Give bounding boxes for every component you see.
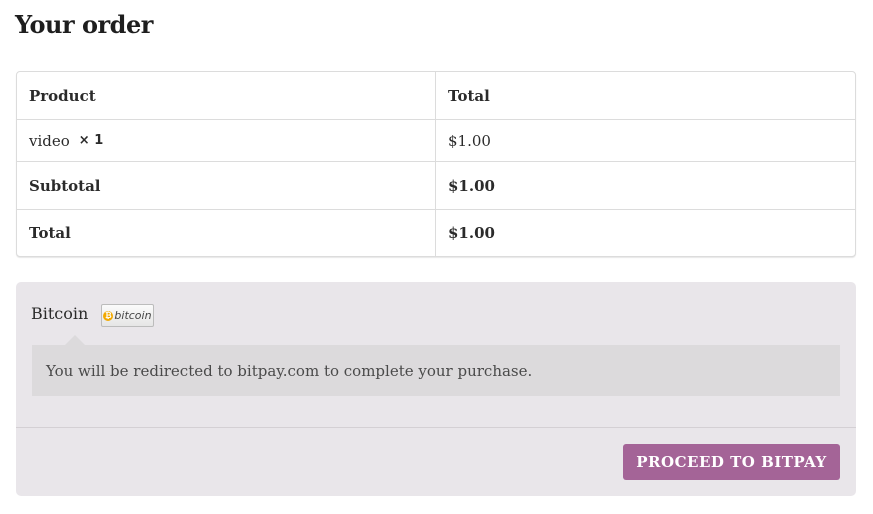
order-heading: Your order (15, 10, 153, 39)
payment-method-label[interactable]: Bitcoin (31, 304, 88, 323)
subtotal-row: Subtotal $1.00 (17, 162, 855, 210)
payment-notice-box: You will be redirected to bitpay.com to … (32, 335, 840, 396)
divider (16, 427, 856, 428)
subtotal-value: $1.00 (448, 176, 495, 195)
total-row: Total $1.00 (17, 210, 855, 256)
payment-section: Bitcoin ₿ bitcoin You will be redirected… (16, 282, 856, 496)
total-label: Total (17, 210, 436, 256)
item-name: video (29, 131, 70, 150)
item-total: $1.00 (448, 131, 491, 150)
total-value: $1.00 (448, 224, 495, 242)
order-review-table: Product Total video × 1 $1.00 Subtotal $… (16, 71, 856, 257)
proceed-to-bitpay-button[interactable]: PROCEED TO BITPAY (623, 444, 840, 480)
subtotal-label: Subtotal (17, 162, 436, 209)
header-total: Total (448, 86, 490, 105)
notice-arrow (65, 335, 85, 345)
cart-item-row: video × 1 $1.00 (17, 120, 855, 162)
bitcoin-logo-icon: ₿ bitcoin (101, 304, 154, 327)
item-cell: video × 1 (17, 120, 436, 161)
bitcoin-coin-icon: ₿ (103, 310, 114, 321)
table-header-row: Product Total (17, 72, 855, 120)
item-quantity: × 1 (78, 133, 104, 148)
bitcoin-logo-text: bitcoin (114, 309, 152, 322)
header-product: Product (17, 72, 436, 119)
payment-notice-text: You will be redirected to bitpay.com to … (46, 361, 533, 380)
